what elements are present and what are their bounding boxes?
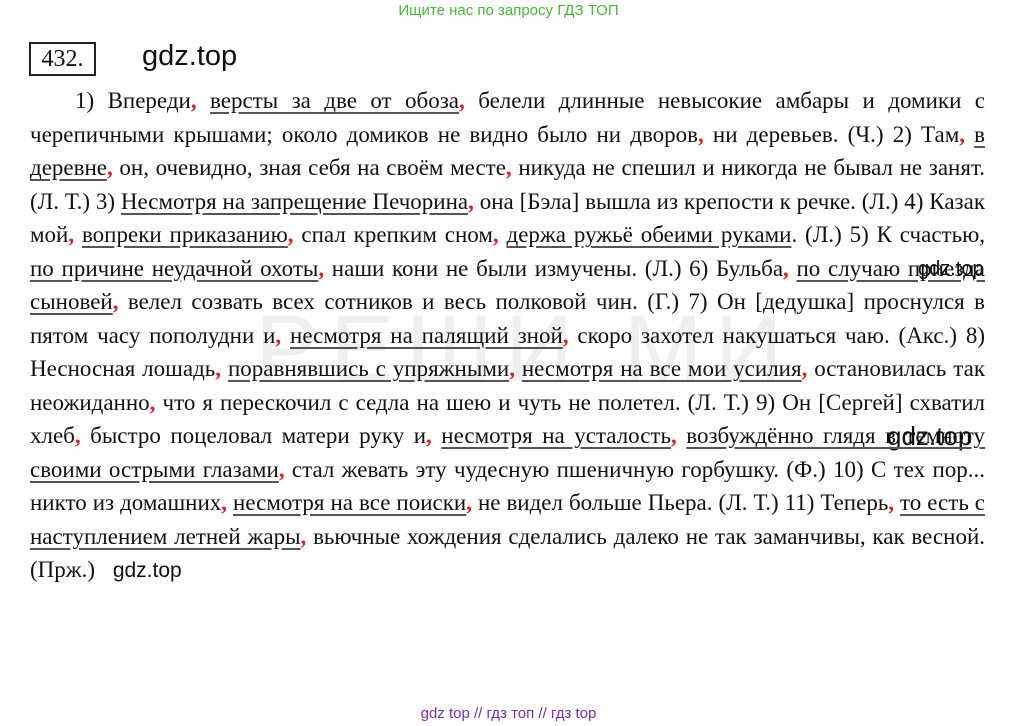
red-comma: , bbox=[318, 255, 325, 281]
text-fragment: он, очевидно, зная себя на своём месте bbox=[119, 155, 506, 180]
red-comma: , bbox=[287, 222, 294, 247]
red-comma: , bbox=[801, 356, 808, 381]
underlined-phrase: Несмотря на запрещение Печорина bbox=[120, 188, 469, 214]
red-comma: , bbox=[505, 155, 512, 180]
underlined-phrase: несмотря на все поиски bbox=[233, 490, 467, 515]
red-comma: , bbox=[300, 523, 307, 549]
red-comma: , bbox=[492, 222, 499, 247]
red-comma: , bbox=[68, 222, 75, 247]
red-comma: , bbox=[468, 188, 474, 214]
underlined-phrase: несмотря на палящий зной bbox=[290, 322, 563, 348]
red-comma: , bbox=[698, 121, 704, 147]
text-fragment: . (Л.) 5) К счастью, bbox=[791, 222, 986, 247]
red-comma: , bbox=[671, 423, 677, 448]
text-fragment: 1) Впереди bbox=[75, 88, 191, 113]
text-fragment: ни деревьев. (Ч.) 2) Там bbox=[712, 121, 960, 147]
exercise-number: 432. bbox=[29, 42, 96, 76]
text-fragment: быстро поцеловал матери руку и bbox=[90, 423, 427, 448]
underlined-phrase: держа ружьё обеими руками bbox=[506, 222, 792, 247]
underlined-phrase: несмотря на все мои усилия bbox=[521, 356, 802, 381]
red-comma: , bbox=[275, 322, 282, 348]
red-comma: , bbox=[221, 490, 228, 515]
red-comma: , bbox=[466, 490, 472, 515]
text-fragment: спал крепким сном bbox=[301, 222, 493, 247]
red-comma: , bbox=[426, 423, 432, 448]
underlined-phrase: вопреки приказанию bbox=[81, 222, 288, 247]
red-comma: , bbox=[959, 121, 965, 147]
red-comma: , bbox=[74, 423, 81, 448]
red-comma: , bbox=[215, 356, 222, 381]
red-comma: , bbox=[783, 255, 789, 281]
red-comma: , bbox=[459, 88, 465, 113]
logo-top: gdz.top bbox=[142, 40, 238, 72]
red-comma: , bbox=[149, 389, 156, 415]
exercise-text: 1) Впереди, версты за две от обоза, беле… bbox=[30, 84, 985, 588]
underlined-phrase: по причине неудачной охоты bbox=[30, 255, 319, 281]
red-comma: , bbox=[278, 456, 285, 482]
text-fragment: не видел больше Пьера. (Л. Т.) 11) Тепер… bbox=[477, 490, 889, 515]
red-comma: , bbox=[190, 88, 197, 113]
top-banner: Ищите нас по запросу ГДЗ ТОП bbox=[398, 2, 619, 19]
logo-end: gdz.top bbox=[112, 559, 182, 582]
red-comma: , bbox=[509, 356, 515, 381]
underlined-phrase: версты за две от обоза bbox=[210, 88, 460, 113]
red-comma: , bbox=[112, 289, 119, 314]
text-fragment: наши кони не были измучены. (Л.) 6) Буль… bbox=[331, 255, 784, 281]
underlined-phrase: несмотря на усталость bbox=[441, 423, 671, 448]
red-comma: , bbox=[888, 490, 895, 515]
red-comma: , bbox=[562, 322, 569, 348]
underlined-phrase: поравнявшись с упряжными bbox=[227, 356, 510, 381]
footer-links[interactable]: gdz top // гдз топ // гдз top bbox=[0, 705, 1017, 722]
red-comma: , bbox=[107, 155, 113, 180]
